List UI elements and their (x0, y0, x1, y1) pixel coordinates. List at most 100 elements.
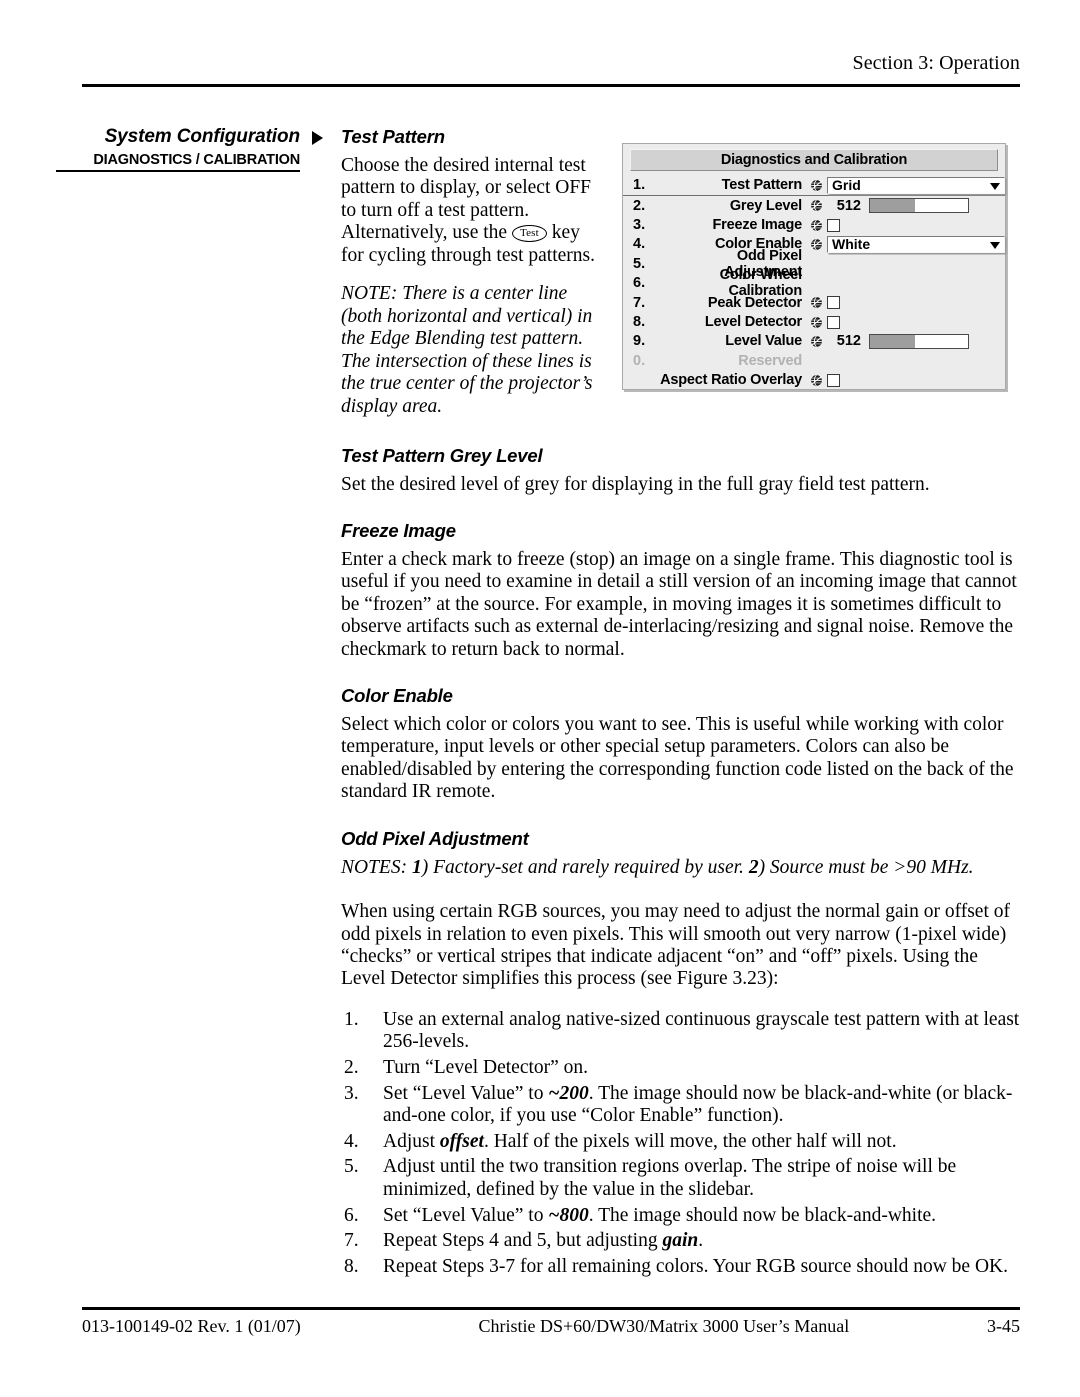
diagnostics-calibration-dialog[interactable]: Diagnostics and Calibration 1. Test Patte… (622, 143, 1006, 390)
step-emphasis: gain (662, 1230, 699, 1252)
dialog-row: 6. Color Wheel Calibration (623, 267, 1005, 299)
dialog-row-control[interactable]: 512 (805, 198, 1005, 214)
odd-pixel-heading: Odd Pixel Adjustment (341, 827, 529, 849)
slider-fill (870, 334, 916, 348)
step-number: 7. (344, 1230, 359, 1252)
test-pattern-body: Choose the desired internal test pattern… (341, 155, 607, 267)
grey-level-heading: Test Pattern Grey Level (341, 444, 543, 466)
odd-pixel-section: Odd Pixel Adjustment NOTES: 1) Factory-s… (341, 828, 1021, 991)
globe-icon (810, 335, 823, 348)
dialog-row[interactable]: 9. Level Value 512 (623, 332, 1005, 351)
triangle-bullet-icon (312, 131, 323, 145)
dialog-row[interactable]: Aspect Ratio Overlay (623, 371, 1005, 390)
procedure-step: 1. Use an external analog native-sized co… (341, 1009, 1021, 1054)
dropdown-value: Grid (832, 177, 861, 193)
dialog-row[interactable]: 1. Test Pattern Grid (623, 175, 1005, 196)
dialog-row-label: Peak Detector (707, 294, 802, 311)
odd-pixel-note-text-2: ) Source must be >90 MHz. (758, 856, 974, 878)
footer-page-number: 3-45 (987, 1316, 1020, 1336)
dialog-row-control[interactable] (805, 296, 1005, 310)
dialog-row-control[interactable]: Grid (805, 176, 1005, 194)
freeze-image-body: Enter a check mark to freeze (stop) an i… (341, 549, 1017, 660)
checkbox[interactable] (827, 296, 840, 310)
step-text: Adjust (383, 1130, 440, 1152)
procedure-step: 5. Adjust until the two transition region… (341, 1156, 1021, 1201)
dialog-row-control[interactable]: White (805, 235, 1005, 253)
freeze-image-section: Freeze Image Enter a check mark to freez… (341, 520, 1021, 661)
step-number: 1. (344, 1008, 359, 1030)
dialog-row[interactable]: 8. Level Detector (623, 312, 1005, 331)
dialog-row-number: 2. (633, 197, 646, 214)
globe-icon (810, 179, 823, 192)
globe-icon (810, 219, 823, 232)
procedure-step: 4. Adjust offset. Half of the pixels will… (341, 1131, 1021, 1154)
step-number: 6. (344, 1204, 359, 1226)
step-text: Repeat Steps 3-7 for all remaining color… (383, 1255, 1008, 1277)
dialog-row-label: Grey Level (729, 197, 802, 214)
value-slider[interactable] (869, 198, 969, 214)
globe-icon (810, 238, 823, 251)
dialog-row-control[interactable] (805, 315, 1005, 329)
dialog-row: 0. Reserved (623, 351, 1005, 370)
dialog-row-label: Level Detector (704, 314, 802, 331)
section-label: Section 3: Operation (852, 52, 1020, 74)
dialog-row-number: 7. (633, 294, 646, 311)
value-slider[interactable] (869, 333, 969, 349)
globe-icon (810, 199, 823, 212)
odd-pixel-note-text-1: ) Factory-set and rarely required by use… (421, 856, 749, 878)
sidebar-title: System Configuration (104, 126, 301, 147)
step-emphasis: offset (439, 1130, 484, 1152)
color-enable-body: Select which color or colors you want to… (341, 714, 1014, 803)
test-pattern-section: Test Pattern Choose the desired internal… (341, 126, 607, 419)
checkbox[interactable] (827, 218, 840, 232)
dialog-row[interactable]: 2. Grey Level 512 (623, 196, 1005, 215)
color-enable-section: Color Enable Select which color or color… (341, 685, 1021, 804)
procedure-step: 7. Repeat Steps 4 and 5, but adjusting ga… (341, 1230, 1021, 1253)
dialog-row-control[interactable] (805, 373, 1005, 387)
color-enable-heading: Color Enable (341, 685, 453, 707)
odd-pixel-note-num-1: 1 (411, 856, 422, 878)
slider-value: 512 (836, 333, 861, 350)
test-pattern-note: NOTE: There is a center line (both horiz… (341, 283, 593, 417)
dialog-title: Diagnostics and Calibration (630, 149, 998, 171)
footer-rule (82, 1307, 1020, 1310)
checkbox[interactable] (827, 373, 840, 387)
dialog-row-label: Aspect Ratio Overlay (660, 372, 802, 389)
document-page: Section 3: Operation System Configuratio… (0, 0, 1080, 1397)
slider-fill (870, 199, 916, 213)
dropdown-value: White (832, 236, 871, 253)
step-text: Set “Level Value” to (383, 1082, 549, 1104)
step-text: Use an external analog native-sized cont… (383, 1008, 1020, 1053)
dialog-row-control[interactable] (805, 218, 1005, 232)
procedure-step: 8. Repeat Steps 3-7 for all remaining col… (341, 1256, 1021, 1279)
step-text: Turn “Level Detector” on. (383, 1057, 589, 1079)
footer-doc-number: 013-100149-02 Rev. 1 (01/07) (82, 1316, 301, 1336)
dialog-row[interactable]: 3. Freeze Image (623, 215, 1005, 234)
dropdown-select[interactable]: Grid (827, 176, 1005, 194)
dialog-row-number: 4. (633, 236, 646, 253)
step-number: 8. (344, 1255, 359, 1277)
dialog-row-number: 0. (633, 352, 646, 369)
globe-icon (810, 296, 823, 309)
sidebar-subtitle: DIAGNOSTICS / CALIBRATION (93, 152, 300, 168)
grey-level-body: Set the desired level of grey for displa… (341, 473, 930, 495)
test-key-icon: Test (511, 225, 547, 243)
dialog-row-label: Level Value (725, 333, 802, 350)
sidebar-heading-block: System Configuration DIAGNOSTICS / CALIB… (56, 126, 300, 170)
checkbox[interactable] (827, 315, 840, 329)
step-emphasis: ~200 (548, 1082, 589, 1104)
dialog-row-control[interactable]: 512 (805, 333, 1005, 349)
slider-value: 512 (836, 197, 861, 214)
dialog-row-label: Reserved (738, 352, 802, 369)
dialog-row-number: 6. (633, 275, 646, 292)
chevron-down-icon (990, 241, 1000, 249)
dialog-row-number: 1. (633, 177, 646, 193)
dropdown-select[interactable]: White (827, 235, 1005, 253)
dialog-row-number: 8. (633, 314, 646, 331)
globe-icon (810, 316, 823, 329)
step-text: Set “Level Value” to (383, 1204, 549, 1226)
dialog-row-label: Test Pattern (721, 177, 803, 193)
dialog-row[interactable]: 7. Peak Detector (623, 293, 1005, 312)
step-emphasis: ~800 (548, 1204, 589, 1226)
procedure-step: 2. Turn “Level Detector” on. (341, 1057, 1021, 1080)
